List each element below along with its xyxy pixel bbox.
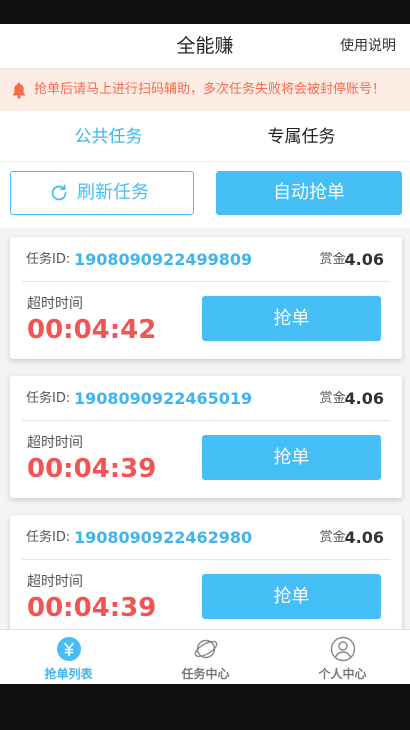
status-bar-top [0, 0, 410, 24]
reward-value: 4.06 [344, 250, 384, 269]
timeout-countdown: 00:04:42 [27, 315, 157, 345]
grab-order-button[interactable]: 抢单 [202, 574, 381, 619]
notice-text: 抢单后请马上进行扫码辅助，多次任务失败将会被封停账号！ [34, 82, 386, 97]
app-header: 全能赚 使用说明 [0, 24, 410, 69]
auto-grab-button[interactable]: 自动抢单 [216, 171, 402, 215]
tab-public-tasks[interactable]: 公共任务 [6, 111, 211, 163]
task-card-header: 任务ID: 1908090922465019 赏金: 4.06 [22, 376, 390, 421]
task-id-label: 任务ID: [26, 252, 71, 267]
grab-order-button[interactable]: 抢单 [202, 435, 381, 480]
tabbar-item-profile[interactable]: 个人中心 [274, 630, 410, 684]
task-card: 任务ID: 1908090922499809 赏金: 4.06 超时时间 00:… [10, 237, 402, 359]
reward-value: 4.06 [344, 528, 384, 547]
orbit-icon [194, 639, 218, 659]
tabbar-label: 抢单列表 [44, 667, 93, 681]
refresh-tasks-button[interactable]: 刷新任务 [10, 171, 194, 215]
bottom-tab-bar: 抢单列表 任务中心 个人中心 [0, 629, 410, 684]
timeout-countdown: 00:04:39 [27, 593, 157, 623]
tab-exclusive-tasks[interactable]: 专属任务 [199, 111, 404, 163]
task-card-header: 任务ID: 1908090922462980 赏金: 4.06 [22, 515, 390, 560]
task-card: 任务ID: 1908090922465019 赏金: 4.06 超时时间 00:… [10, 376, 402, 498]
yen-coin-icon [57, 637, 81, 661]
tabbar-label: 个人中心 [318, 667, 367, 681]
grab-order-button[interactable]: 抢单 [202, 296, 381, 341]
task-id-value: 1908090922465019 [74, 389, 253, 408]
help-link[interactable]: 使用说明 [340, 24, 396, 68]
notice-bar: 抢单后请马上进行扫码辅助，多次任务失败将会被封停账号！ [0, 69, 410, 111]
timeout-label: 超时时间 [27, 435, 83, 451]
timeout-label: 超时时间 [27, 574, 83, 590]
task-id-label: 任务ID: [26, 530, 71, 545]
timeout-countdown: 00:04:39 [27, 454, 157, 484]
task-id-value: 1908090922462980 [74, 528, 253, 547]
tabbar-item-grab-list[interactable]: 抢单列表 [0, 630, 137, 684]
action-bar: 刷新任务 自动抢单 [0, 162, 410, 228]
task-tabs: 公共任务 专属任务 [0, 111, 410, 162]
refresh-tasks-label: 刷新任务 [77, 182, 149, 203]
task-card-header: 任务ID: 1908090922499809 赏金: 4.06 [22, 237, 390, 282]
task-card: 任务ID: 1908090922462980 赏金: 4.06 超时时间 00:… [10, 515, 402, 637]
refresh-icon [51, 184, 67, 201]
task-id-value: 1908090922499809 [74, 250, 253, 269]
reward-value: 4.06 [344, 389, 384, 408]
user-icon [330, 636, 356, 662]
app-screen: 全能赚 使用说明 抢单后请马上进行扫码辅助，多次任务失败将会被封停账号！ 公共任… [0, 0, 410, 684]
timeout-label: 超时时间 [27, 296, 83, 312]
task-id-label: 任务ID: [26, 391, 71, 406]
tabbar-item-task-center[interactable]: 任务中心 [137, 630, 274, 684]
bell-icon [12, 82, 26, 99]
tabbar-label: 任务中心 [181, 667, 230, 681]
